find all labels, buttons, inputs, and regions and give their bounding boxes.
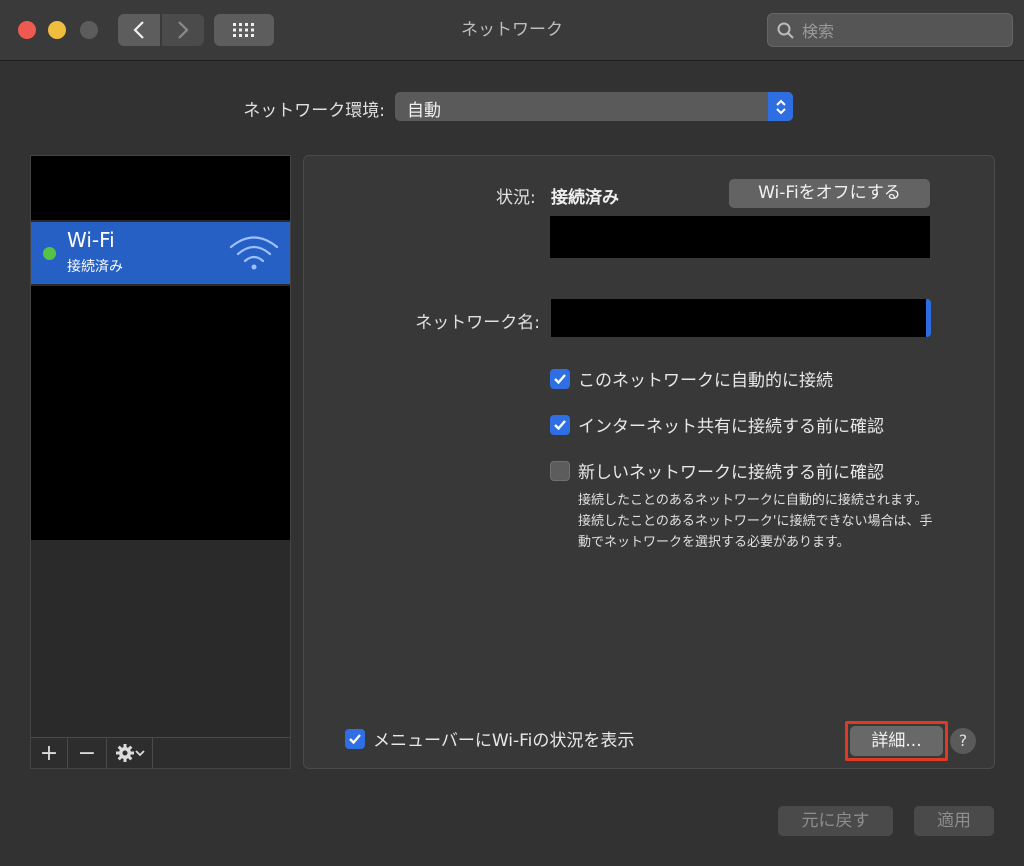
redacted-service-list bbox=[31, 286, 290, 540]
redacted-service-item bbox=[31, 156, 290, 220]
auto-join-checkbox[interactable] bbox=[550, 368, 570, 389]
gear-icon bbox=[115, 744, 134, 762]
service-list-toolbar: + − bbox=[31, 737, 290, 768]
add-service-button[interactable]: + bbox=[31, 738, 68, 768]
auto-join-label: このネットワークに自動的に接続 bbox=[578, 371, 833, 391]
chevron-down-icon bbox=[134, 750, 145, 757]
status-dot bbox=[43, 247, 56, 260]
action-menu-button[interactable] bbox=[107, 738, 153, 768]
ask-new-network-checkbox[interactable] bbox=[550, 460, 570, 481]
service-name: Wi-Fi bbox=[67, 228, 115, 252]
redacted-status-detail bbox=[550, 216, 930, 258]
checkmark-icon bbox=[349, 733, 361, 744]
status-label: 状況: bbox=[496, 188, 536, 208]
help-button[interactable]: ? bbox=[950, 728, 976, 754]
show-in-menubar-option[interactable]: メニューバーにWi-Fiの状況を表示 bbox=[345, 726, 634, 751]
apply-button[interactable]: 適用 bbox=[914, 806, 994, 836]
service-status: 接続済み bbox=[67, 259, 123, 275]
advanced-button[interactable]: 詳細... bbox=[850, 726, 943, 756]
ask-new-network-option[interactable]: 新しいネットワークに接続する前に確認 bbox=[550, 458, 884, 483]
redacted-network-name bbox=[551, 299, 926, 337]
wifi-icon bbox=[229, 236, 279, 270]
network-name-label: ネットワーク名: bbox=[415, 313, 540, 333]
remove-service-button[interactable]: − bbox=[68, 738, 107, 768]
updown-arrows-icon bbox=[768, 92, 793, 121]
network-name-select[interactable] bbox=[551, 299, 931, 337]
auto-join-option[interactable]: このネットワークに自動的に接続 bbox=[550, 366, 833, 391]
advanced-button-highlight: 詳細... bbox=[845, 721, 948, 761]
location-select[interactable]: 自動 bbox=[395, 92, 793, 121]
search-icon bbox=[777, 22, 794, 39]
location-value: 自動 bbox=[407, 101, 441, 121]
search-input[interactable] bbox=[800, 18, 1004, 44]
ask-new-network-note: 接続したことのあるネットワークに自動的に接続されます。接続したことのあるネットワ… bbox=[578, 493, 933, 550]
ask-hotspot-option[interactable]: インターネット共有に接続する前に確認 bbox=[550, 412, 884, 437]
search-field[interactable] bbox=[767, 13, 1013, 47]
detail-panel: 状況: 接続済み Wi-Fiをオフにする ネットワーク名: このネットワークに自… bbox=[303, 155, 995, 769]
revert-button[interactable]: 元に戻す bbox=[778, 806, 893, 836]
service-list: Wi-Fi 接続済み + − bbox=[30, 155, 291, 769]
wifi-off-button[interactable]: Wi-Fiをオフにする bbox=[729, 179, 930, 208]
checkmark-icon bbox=[554, 373, 566, 384]
ask-hotspot-label: インターネット共有に接続する前に確認 bbox=[578, 417, 884, 437]
checkmark-icon bbox=[554, 419, 566, 430]
service-item-wifi[interactable]: Wi-Fi 接続済み bbox=[31, 222, 290, 284]
status-value: 接続済み bbox=[551, 188, 619, 208]
show-in-menubar-checkbox[interactable] bbox=[345, 728, 365, 749]
title-bar: ネットワーク bbox=[0, 0, 1024, 61]
location-label: ネットワーク環境: bbox=[243, 101, 385, 121]
ask-new-network-label: 新しいネットワークに接続する前に確認 bbox=[578, 463, 884, 483]
ask-hotspot-checkbox[interactable] bbox=[550, 414, 570, 435]
show-in-menubar-label: メニューバーにWi-Fiの状況を表示 bbox=[373, 731, 635, 751]
